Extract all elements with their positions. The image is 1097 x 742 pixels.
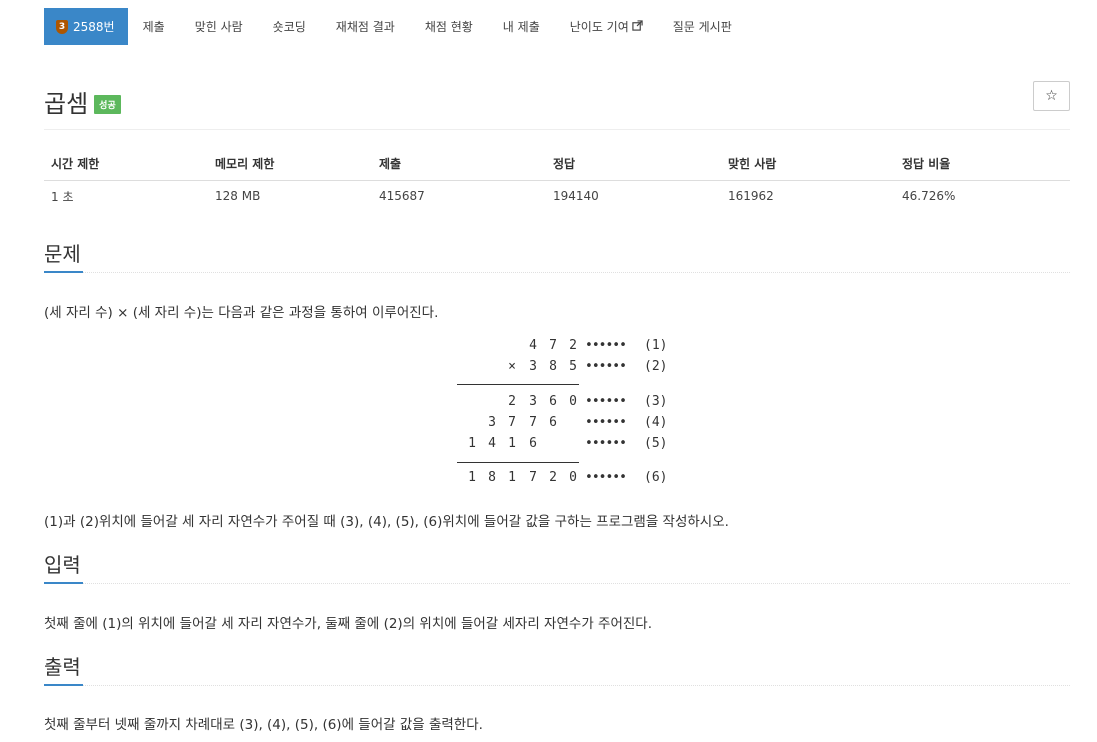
table-row: 1 초 128 MB 415687 194140 161962 46.726% [44,180,1070,212]
digit: 2 [508,394,516,409]
digit: 5 [569,359,577,374]
digit: 3 [529,394,537,409]
submissions-value[interactable]: 415687 [372,180,546,212]
digit: 6 [529,436,537,451]
problem-title: 곱셈 [44,90,89,118]
table-header-row: 시간 제한 메모리 제한 제출 정답 맞힌 사람 정답 비율 [44,148,1070,181]
solvers-value[interactable]: 161962 [721,180,895,212]
header-accepted: 정답 [546,148,721,181]
row-label: (3) [644,394,668,409]
row-label: (1) [644,338,668,353]
digit: 3 [488,415,496,430]
dots: •••••• [585,436,627,451]
digit: 7 [549,338,557,353]
row-label: (6) [644,470,668,485]
tab-rejudge-results[interactable]: 재채점 결과 [321,8,410,45]
digit: 7 [529,470,537,485]
accept-ratio-value: 46.726% [902,189,956,204]
problem-info-table: 시간 제한 메모리 제한 제출 정답 맞힌 사람 정답 비율 1 초 128 M… [44,148,1070,212]
tab-submit[interactable]: 제출 [128,8,180,45]
total-line [457,462,579,463]
digit: 3 [529,359,537,374]
problem-header: 곱셈 성공 [44,84,121,119]
dots: •••••• [585,415,627,430]
digit: 1 [508,436,516,451]
section-input-header: 입력 [44,554,1070,584]
digit: 7 [508,415,516,430]
tab-difficulty-label: 난이도 기여 [569,20,629,34]
section-output-title: 출력 [44,656,83,686]
header-memory-limit: 메모리 제한 [208,148,372,181]
header-accept-ratio: 정답 비율 [895,148,1070,181]
multiplication-diagram: 4 7 2 •••••• (1) × 3 8 5 •••••• (2) 2 3 … [440,336,700,492]
digit: 8 [549,359,557,374]
digit: 2 [569,338,577,353]
tier-bronze-icon: 3 [56,19,68,34]
tab-qna-board[interactable]: 질문 게시판 [658,8,747,45]
digit: 0 [569,470,577,485]
memory-limit-value: 128 MB [215,189,261,204]
dots: •••••• [585,338,627,353]
digit: 0 [569,394,577,409]
tab-solvers[interactable]: 맞힌 사람 [180,8,258,45]
digit: 8 [488,470,496,485]
problem-page: 3 2588번 제출 맞힌 사람 숏코딩 재채점 결과 채점 현황 내 제출 난… [0,0,1097,742]
dots: •••••• [585,359,627,374]
time-limit-value: 1 초 [51,189,74,204]
row-label: (4) [644,415,668,430]
digit: 6 [549,394,557,409]
header-solvers: 맞힌 사람 [721,148,895,181]
digit: 1 [468,436,476,451]
digit: 6 [549,415,557,430]
digit: 2 [549,470,557,485]
dots: •••••• [585,394,627,409]
section-output-header: 출력 [44,656,1070,686]
digit: 4 [488,436,496,451]
dots: •••••• [585,470,627,485]
sum-line [457,384,579,385]
status-badge: 성공 [94,95,121,114]
output-description: 첫째 줄부터 넷째 줄까지 차례대로 (3), (4), (5), (6)에 들… [44,717,483,733]
title-divider [44,129,1070,130]
header-time-limit: 시간 제한 [44,148,208,181]
tab-judge-status[interactable]: 채점 현황 [410,8,488,45]
row-label: (2) [644,359,668,374]
digit: 7 [529,415,537,430]
tab-my-submissions[interactable]: 내 제출 [488,8,555,45]
tab-problem[interactable]: 3 2588번 [44,8,128,45]
section-description-title: 문제 [44,243,83,273]
external-link-icon [632,19,643,34]
multiply-sign: × [508,359,516,374]
problem-number: 2588번 [73,20,115,34]
description-outro: (1)과 (2)위치에 들어갈 세 자리 자연수가 주어질 때 (3), (4)… [44,514,729,530]
star-icon: ☆ [1045,88,1058,104]
section-input-title: 입력 [44,554,83,584]
row-label: (5) [644,436,668,451]
star-button[interactable]: ☆ [1033,81,1070,111]
header-submissions: 제출 [372,148,546,181]
tab-difficulty-contribution[interactable]: 난이도 기여 [555,8,658,45]
digit: 1 [508,470,516,485]
digit: 1 [468,470,476,485]
section-description-header: 문제 [44,243,1070,273]
input-description: 첫째 줄에 (1)의 위치에 들어갈 세 자리 자연수가, 둘째 줄에 (2)의… [44,616,652,632]
accepted-value: 194140 [553,189,599,204]
tab-short-coding[interactable]: 숏코딩 [258,8,321,45]
digit: 4 [529,338,537,353]
description-intro: (세 자리 수) × (세 자리 수)는 다음과 같은 과정을 통하여 이루어진… [44,305,439,321]
problem-tabs: 3 2588번 제출 맞힌 사람 숏코딩 재채점 결과 채점 현황 내 제출 난… [44,8,747,45]
